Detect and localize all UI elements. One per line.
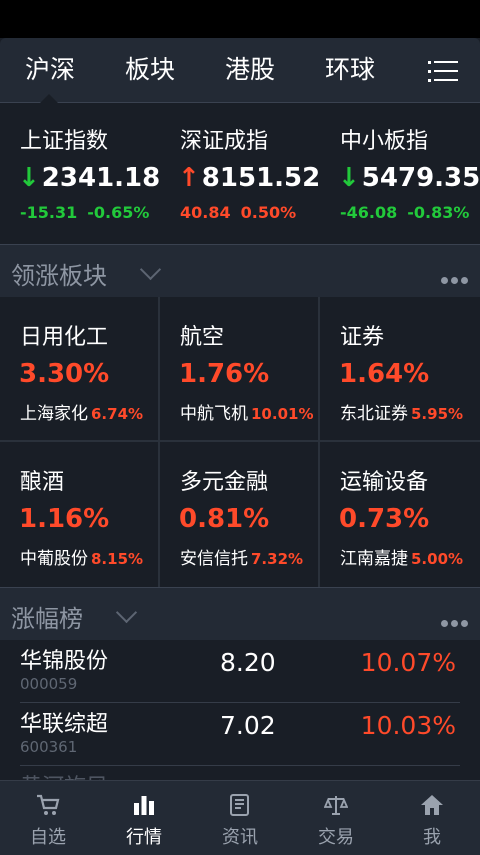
stock-price: 8.20 — [220, 648, 276, 677]
leading-stock: 东北证券 5.95% — [340, 404, 464, 424]
nav-label: 交易 — [318, 827, 354, 848]
stock-name: 华联综超 — [20, 712, 109, 737]
nav-me[interactable]: 我 — [384, 781, 480, 855]
leading-stock: 中航飞机 10.01% — [180, 404, 314, 424]
index-value: ↓5479.35 — [338, 163, 480, 193]
index-change: -46.08 -0.83% — [340, 203, 470, 222]
stock-name: 黄河旋风 — [20, 769, 108, 780]
leading-stock: 安信信托 7.32% — [180, 549, 304, 569]
bar-chart-icon — [134, 796, 154, 815]
chevron-down-icon[interactable] — [139, 258, 162, 281]
scroll-icon — [230, 794, 249, 816]
sector-percent: 1.64% — [339, 359, 430, 389]
sector-percent: 3.30% — [19, 359, 110, 389]
stock-name: 华锦股份 — [20, 649, 109, 674]
sector-card[interactable]: 酿酒 1.16% 中葡股份 8.15% — [0, 442, 158, 587]
sector-name: 证券 — [340, 325, 385, 350]
leading-sectors-header[interactable]: 领涨板块 — [0, 244, 480, 297]
chevron-down-icon[interactable] — [115, 601, 138, 624]
index-summary: 上证指数 ↓2341.18 -15.31 -0.65% 深证成指 ↑8151.52… — [0, 103, 480, 243]
nav-label: 我 — [423, 827, 441, 848]
sector-card[interactable]: 证券 1.64% 东北证券 5.95% — [320, 297, 480, 440]
status-bar — [0, 0, 480, 38]
down-arrow-icon: ↓ — [18, 163, 40, 193]
index-value: ↓2341.18 — [18, 163, 161, 193]
sector-percent: 0.73% — [339, 504, 430, 534]
cart-icon — [37, 794, 60, 815]
sector-card[interactable]: 多元金融 0.81% 安信信托 7.32% — [160, 442, 318, 587]
index-name: 上证指数 — [20, 129, 109, 154]
stock-percent: 10.03% — [360, 711, 456, 740]
sector-name: 酿酒 — [20, 470, 65, 495]
tab-sectors[interactable]: 板块 — [110, 38, 190, 102]
down-arrow-icon: ↓ — [338, 163, 360, 193]
tab-hk-stocks[interactable]: 港股 — [210, 38, 290, 102]
leading-stock: 中葡股份 8.15% — [20, 549, 144, 569]
sector-name: 航空 — [180, 325, 225, 350]
leading-stock: 江南嘉捷 5.00% — [340, 549, 464, 569]
more-icon[interactable] — [438, 269, 468, 288]
sector-card[interactable]: 日用化工 3.30% 上海家化 6.74% — [0, 297, 158, 440]
tab-hushen[interactable]: 沪深 — [10, 38, 90, 103]
market-tabs: 沪深 板块 港股 环球 — [0, 38, 480, 103]
nav-news[interactable]: 资讯 — [192, 781, 288, 855]
nav-trade[interactable]: 交易 — [288, 781, 384, 855]
nav-watchlist[interactable]: 自选 — [0, 781, 96, 855]
index-change: 40.84 0.50% — [180, 203, 297, 222]
nav-market[interactable]: 行情 — [96, 781, 192, 855]
stock-code: 600361 — [20, 738, 78, 756]
stock-code: 000059 — [20, 675, 78, 693]
menu-list-icon[interactable] — [428, 56, 458, 84]
nav-label: 行情 — [126, 827, 162, 848]
stock-percent: 10.07% — [360, 648, 456, 677]
bottom-nav: 自选 行情 资讯 交易 我 — [0, 780, 480, 855]
index-name: 深证成指 — [180, 129, 269, 154]
sector-card[interactable]: 航空 1.76% 中航飞机 10.01% — [160, 297, 318, 440]
sector-name: 运输设备 — [340, 470, 429, 495]
up-arrow-icon: ↑ — [178, 163, 200, 193]
table-row[interactable]: 华锦股份 000059 8.20 10.07% — [20, 640, 460, 703]
sector-name: 日用化工 — [20, 325, 109, 350]
sector-grid: 日用化工 3.30% 上海家化 6.74% 航空 1.76% 中航飞机 10.01%… — [0, 297, 480, 587]
top-gainers-list: 华锦股份 000059 8.20 10.07% 华联综超 600361 7.02… — [0, 640, 480, 780]
section-title: 领涨板块 — [11, 262, 107, 290]
scale-icon — [324, 796, 348, 815]
tab-global[interactable]: 环球 — [310, 38, 390, 102]
index-name: 中小板指 — [340, 129, 429, 154]
sector-percent: 0.81% — [179, 504, 270, 534]
section-title: 涨幅榜 — [11, 605, 83, 633]
sector-card[interactable]: 运输设备 0.73% 江南嘉捷 5.00% — [320, 442, 480, 587]
index-change: -15.31 -0.65% — [20, 203, 150, 222]
nav-label: 资讯 — [222, 827, 258, 848]
more-icon[interactable] — [438, 612, 468, 631]
index-card-shenzhen[interactable]: 深证成指 ↑8151.52 40.84 0.50% — [160, 103, 320, 243]
sector-percent: 1.16% — [19, 504, 110, 534]
index-value: ↑8151.52 — [178, 163, 321, 193]
top-gainers-header[interactable]: 涨幅榜 — [0, 587, 480, 640]
leading-stock: 上海家化 6.74% — [20, 404, 144, 424]
nav-label: 自选 — [30, 827, 66, 848]
sector-name: 多元金融 — [180, 470, 269, 495]
index-card-smallcap[interactable]: 中小板指 ↓5479.35 -46.08 -0.83% — [320, 103, 480, 243]
sector-percent: 1.76% — [179, 359, 270, 389]
index-card-shanghai[interactable]: 上证指数 ↓2341.18 -15.31 -0.65% — [0, 103, 160, 243]
table-row[interactable]: 华联综超 600361 7.02 10.03% — [20, 703, 460, 766]
home-icon — [421, 795, 443, 815]
table-row[interactable]: 黄河旋风 — [20, 766, 460, 780]
stock-price: 7.02 — [220, 711, 276, 740]
